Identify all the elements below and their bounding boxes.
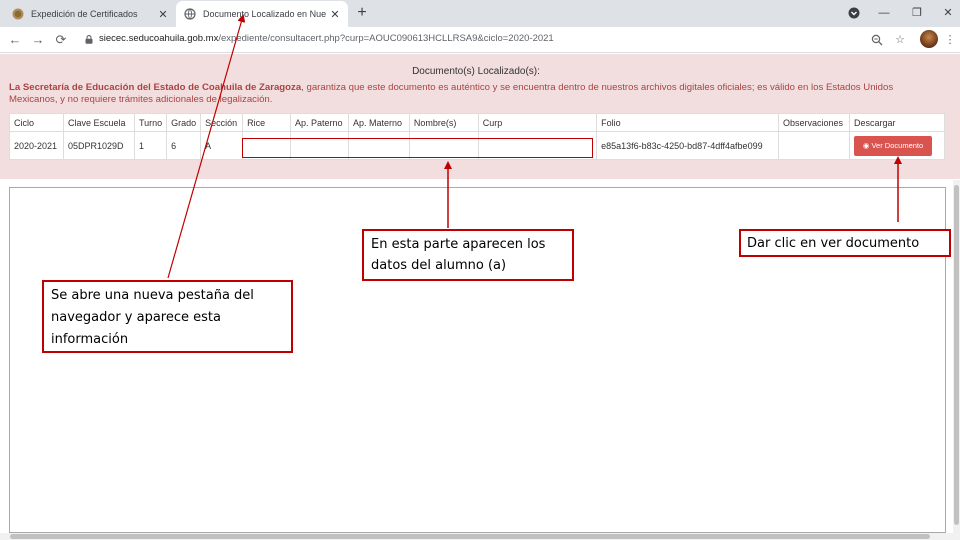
cell-ciclo: 2020-2021 <box>9 131 64 160</box>
zoom-icon[interactable] <box>868 31 886 49</box>
column-header: Observaciones <box>778 113 850 132</box>
column-header: Ciclo <box>9 113 64 132</box>
close-icon[interactable]: ✕ <box>154 8 172 21</box>
column-header: Curp <box>477 113 598 132</box>
cell-descargar: ◉ Ver Documento <box>849 131 945 160</box>
column-header: Descargar <box>849 113 945 132</box>
column-header: Ap. Materno <box>347 113 410 132</box>
horizontal-scroll-thumb[interactable] <box>10 534 930 539</box>
callout-new-tab: Se abre una nueva pestaña del navegador … <box>42 280 293 353</box>
reload-icon[interactable]: ⟳ <box>51 30 71 50</box>
vertical-scroll-thumb[interactable] <box>954 185 959 525</box>
kebab-menu-icon[interactable]: ⋮ <box>941 31 959 49</box>
seal-favicon-icon <box>12 8 24 20</box>
column-header: Rice <box>242 113 291 132</box>
page-heading: Documento(s) Localizado(s): <box>412 66 540 77</box>
column-header: Grado <box>166 113 202 132</box>
url-path: /expediente/consultacert.php?curp=AOUC09… <box>218 33 554 44</box>
cell-seccion: A <box>200 131 244 160</box>
new-tab-button[interactable]: + <box>352 2 372 24</box>
column-header: Turno <box>133 113 168 132</box>
tab-expedicion[interactable]: Expedición de Certificados ✕ <box>0 1 176 27</box>
tab-title: Documento Localizado en Nuest <box>203 9 326 19</box>
bookmark-star-icon[interactable]: ☆ <box>891 31 909 49</box>
cell-folio: e85a13f6-b83c-4250-bd87-4dff4afbe099 <box>596 131 780 160</box>
cell-observaciones <box>778 131 850 160</box>
close-icon[interactable]: ✕ <box>326 8 344 21</box>
column-header: Folio <box>596 113 780 132</box>
address-bar[interactable]: siecec.seducoahuila.gob.mx/expediente/co… <box>99 33 554 44</box>
tab-documento[interactable]: Documento Localizado en Nuest ✕ <box>176 1 348 27</box>
authenticity-notice: La Secretaría de Educación del Estado de… <box>9 82 944 106</box>
tab-strip: Expedición de Certificados ✕ Documento L… <box>0 0 960 27</box>
ver-documento-button[interactable]: ◉ Ver Documento <box>854 135 932 156</box>
tab-title: Expedición de Certificados <box>31 9 138 19</box>
notice-institution: La Secretaría de Educación del Estado de… <box>9 82 302 93</box>
forward-arrow-icon[interactable]: → <box>28 30 48 50</box>
tab-search-icon[interactable] <box>843 2 865 24</box>
restore-icon[interactable]: ❐ <box>906 2 928 24</box>
column-header: Clave Escuela <box>62 113 135 132</box>
browser-toolbar: ← → ⟳ siecec.seducoahuila.gob.mx/expedie… <box>0 27 960 53</box>
ver-documento-label: Ver Documento <box>871 140 924 150</box>
column-header: Ap. Paterno <box>289 113 349 132</box>
cell-turno: 1 <box>133 131 168 160</box>
window-close-icon[interactable]: ✕ <box>937 2 959 24</box>
url-host: siecec.seducoahuila.gob.mx <box>99 33 219 44</box>
cell-grado: 6 <box>166 131 202 160</box>
table-header-row: Ciclo Clave Escuela Turno Grado Sección … <box>9 113 945 132</box>
callout-student-data: En esta parte aparecen los datos del alu… <box>362 229 574 281</box>
avatar[interactable] <box>920 30 938 48</box>
column-header: Nombre(s) <box>408 113 479 132</box>
cell-clave-escuela: 05DPR1029D <box>62 131 135 160</box>
minimize-icon[interactable]: — <box>873 2 895 24</box>
callout-click-document: Dar clic en ver documento <box>739 229 951 257</box>
globe-icon <box>184 8 196 20</box>
column-header: Sección <box>200 113 244 132</box>
lock-icon <box>85 35 93 44</box>
student-data-highlight <box>242 138 593 158</box>
back-arrow-icon[interactable]: ← <box>5 30 25 50</box>
